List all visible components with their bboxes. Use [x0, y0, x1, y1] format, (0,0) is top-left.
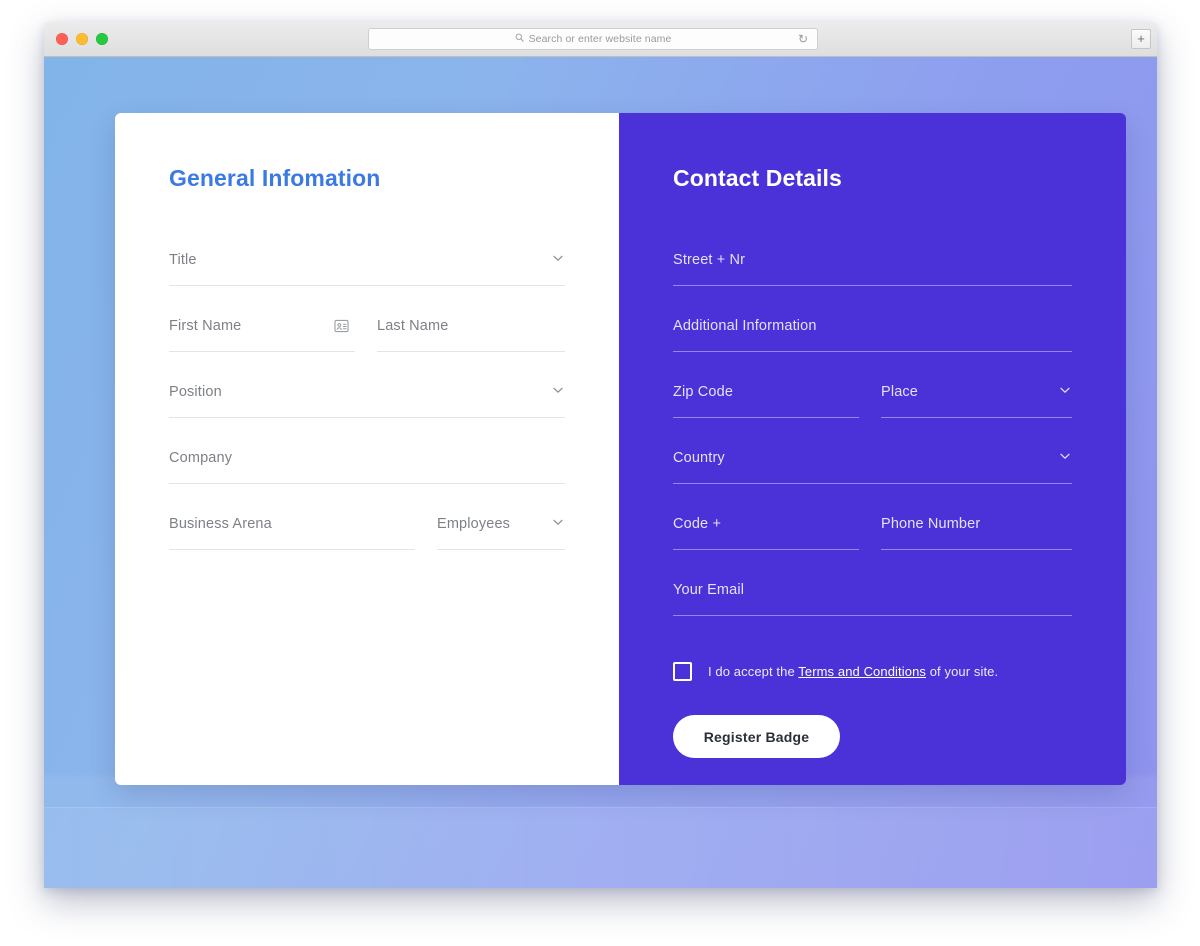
field-row: Country — [673, 432, 1072, 484]
last-name-input-placeholder: Last Name — [377, 318, 449, 334]
search-icon — [515, 33, 524, 45]
page-root: Search or enter website name ↻ + General… — [0, 0, 1200, 946]
chevron-down-icon — [553, 387, 563, 397]
company-input-placeholder: Company — [169, 450, 233, 466]
field-row: Code + Phone Number — [673, 498, 1072, 550]
business-arena-input[interactable]: Business Arena — [169, 498, 415, 550]
backdrop-lower-band — [44, 807, 1157, 888]
address-bar-placeholder: Search or enter website name — [528, 33, 672, 45]
phone-number-input-placeholder: Phone Number — [881, 516, 981, 532]
field-underline — [169, 351, 355, 352]
street-input[interactable]: Street + Nr — [673, 234, 1072, 286]
field-underline — [169, 417, 565, 418]
street-input-placeholder: Street + Nr — [673, 252, 746, 268]
email-input[interactable]: Your Email — [673, 564, 1072, 616]
maximize-window-button[interactable] — [96, 33, 108, 45]
country-select-placeholder: Country — [673, 450, 725, 466]
contact-fields-container: Street + Nr Additional Information Zip Cod… — [673, 234, 1072, 616]
zip-code-input[interactable]: Zip Code — [673, 366, 859, 418]
company-input[interactable]: Company — [169, 432, 565, 484]
field-row: Your Email — [673, 564, 1072, 616]
accept-terms-checkbox[interactable] — [673, 662, 692, 681]
field-underline — [881, 417, 1072, 418]
contact-details-panel: Contact Details Street + Nr Additional In… — [619, 113, 1126, 785]
terms-row: I do accept the Terms and Conditions of … — [673, 662, 1072, 681]
place-select[interactable]: Place — [881, 366, 1072, 418]
country-select[interactable]: Country — [673, 432, 1072, 484]
position-select[interactable]: Position — [169, 366, 565, 418]
field-underline — [673, 285, 1072, 286]
minimize-window-button[interactable] — [76, 33, 88, 45]
field-row: Zip Code Place — [673, 366, 1072, 418]
place-select-placeholder: Place — [881, 384, 919, 400]
employees-select[interactable]: Employees — [437, 498, 565, 550]
chevron-down-icon — [1060, 453, 1070, 463]
new-tab-button[interactable]: + — [1131, 29, 1151, 49]
chevron-down-icon — [553, 255, 563, 265]
chevron-down-icon — [553, 519, 563, 529]
general-information-title: General Infomation — [169, 165, 381, 191]
contact-details-title: Contact Details — [673, 165, 842, 191]
close-window-button[interactable] — [56, 33, 68, 45]
contact-card-icon — [334, 319, 349, 333]
additional-information-input[interactable]: Additional Information — [673, 300, 1072, 352]
field-underline — [169, 549, 415, 550]
general-information-panel: General Infomation Title First Name Last N… — [115, 113, 619, 785]
terms-prefix: I do accept the — [708, 664, 799, 679]
title-select[interactable]: Title — [169, 234, 565, 286]
email-input-placeholder: Your Email — [673, 582, 745, 598]
new-tab-label: + — [1137, 31, 1145, 46]
field-underline — [673, 351, 1072, 352]
business-arena-input-placeholder: Business Arena — [169, 516, 272, 532]
zip-code-input-placeholder: Zip Code — [673, 384, 734, 400]
field-underline — [169, 483, 565, 484]
field-row: Position — [169, 366, 565, 418]
phone-number-input[interactable]: Phone Number — [881, 498, 1072, 550]
general-fields-container: Title First Name Last Name Position Company B… — [169, 234, 565, 550]
window-controls — [56, 33, 108, 45]
address-bar[interactable]: Search or enter website name ↻ — [368, 28, 818, 50]
address-bar-content: Search or enter website name — [515, 33, 672, 45]
position-select-placeholder: Position — [169, 384, 222, 400]
field-row: First Name Last Name — [169, 300, 565, 352]
field-underline — [673, 549, 859, 550]
additional-information-input-placeholder: Additional Information — [673, 318, 817, 334]
field-underline — [673, 483, 1072, 484]
field-underline — [881, 549, 1072, 550]
field-row: Street + Nr — [673, 234, 1072, 286]
chevron-down-icon — [1060, 387, 1070, 397]
register-badge-button[interactable]: Register Badge — [673, 715, 840, 758]
field-row: Additional Information — [673, 300, 1072, 352]
country-code-input-placeholder: Code + — [673, 516, 722, 532]
first-name-input-placeholder: First Name — [169, 318, 242, 334]
field-row: Title — [169, 234, 565, 286]
field-row: Company — [169, 432, 565, 484]
field-row: Business Arena Employees — [169, 498, 565, 550]
browser-title-bar: Search or enter website name ↻ + — [44, 22, 1157, 57]
terms-and-conditions-link[interactable]: Terms and Conditions — [798, 664, 926, 679]
browser-window: Search or enter website name ↻ + General… — [44, 22, 1157, 888]
registration-form-card: General Infomation Title First Name Last N… — [115, 113, 1126, 785]
country-code-input[interactable]: Code + — [673, 498, 859, 550]
page-viewport: General Infomation Title First Name Last N… — [44, 57, 1157, 888]
field-underline — [673, 615, 1072, 616]
terms-suffix: of your site. — [926, 664, 999, 679]
last-name-input[interactable]: Last Name — [377, 300, 565, 352]
title-select-placeholder: Title — [169, 252, 197, 268]
field-underline — [437, 549, 565, 550]
field-underline — [673, 417, 859, 418]
first-name-input[interactable]: First Name — [169, 300, 355, 352]
terms-text: I do accept the Terms and Conditions of … — [708, 664, 998, 679]
employees-select-placeholder: Employees — [437, 516, 511, 532]
reload-icon[interactable]: ↻ — [798, 33, 808, 45]
field-underline — [169, 285, 565, 286]
field-underline — [377, 351, 565, 352]
